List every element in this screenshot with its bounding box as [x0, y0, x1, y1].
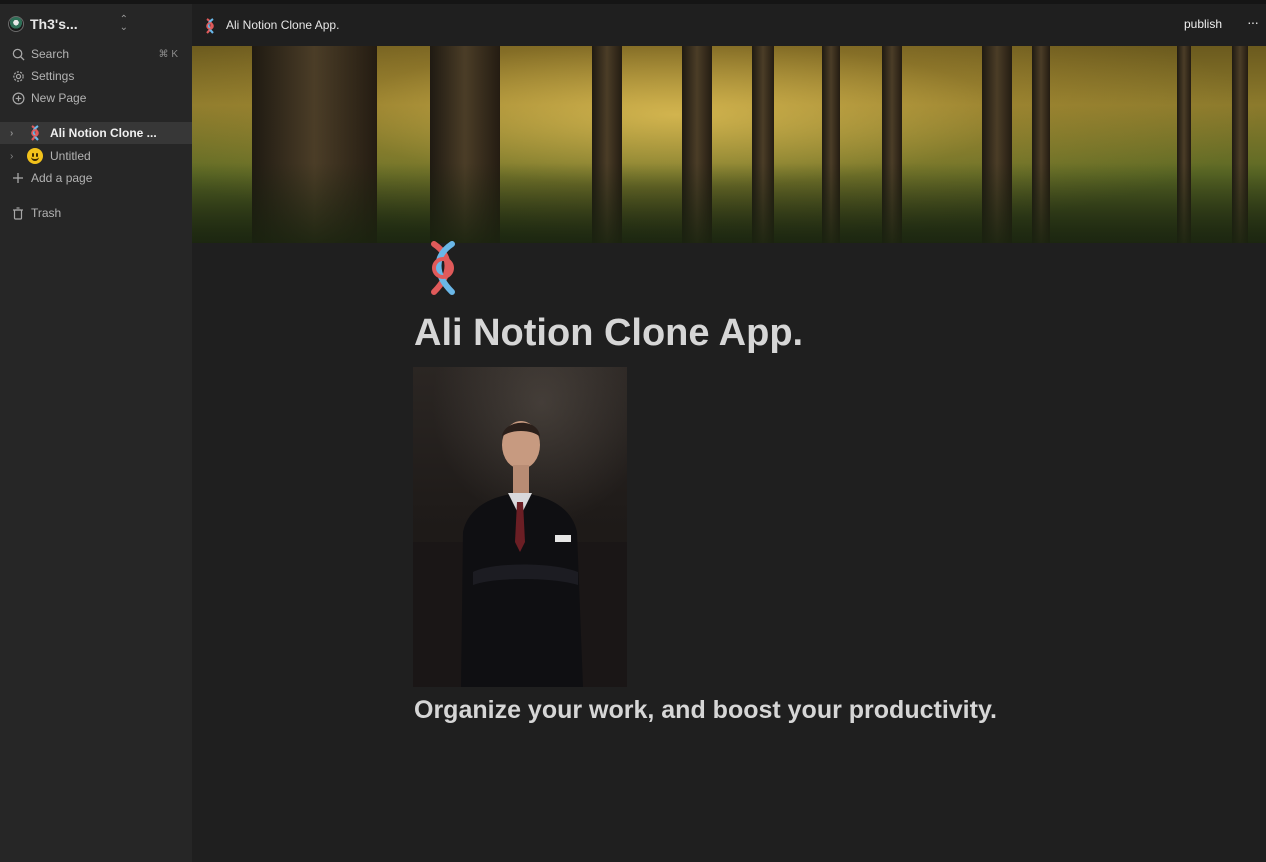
add-page-button[interactable]: Add a page — [0, 167, 192, 189]
knot-emoji-icon — [26, 124, 44, 142]
new-page-button[interactable]: New Page — [0, 87, 192, 109]
plus-icon — [11, 171, 25, 185]
trash-icon — [11, 206, 25, 220]
businessman-figure — [413, 421, 627, 687]
trash-label: Trash — [31, 206, 62, 220]
page-title[interactable]: Ali Notion Clone App. — [414, 312, 803, 355]
add-page-label: Add a page — [31, 171, 93, 185]
plus-circle-icon — [11, 91, 25, 105]
sidebar-item-ali-notion-clone[interactable]: › Ali Notion Clone ... — [0, 122, 192, 144]
knot-emoji-icon — [204, 18, 218, 34]
sidebar-item-label: Ali Notion Clone ... — [50, 126, 157, 140]
search-label: Search — [31, 47, 70, 61]
page-emoji-icon[interactable] — [426, 240, 460, 296]
sidebar-item-label: Untitled — [50, 149, 91, 163]
new-page-label: New Page — [31, 91, 87, 105]
top-bar: Ali Notion Clone App. publish ··· — [192, 4, 1266, 46]
search-button[interactable]: Search ⌘ K — [0, 43, 192, 65]
workspace-switcher[interactable]: Th3's... ⌃ ⌄ — [8, 14, 184, 34]
workspace-name: Th3's... — [30, 16, 78, 32]
search-icon — [11, 47, 25, 61]
publish-button[interactable]: publish — [1184, 17, 1222, 31]
more-options-icon[interactable]: ··· — [1247, 14, 1259, 30]
chevron-up-down-icon: ⌃ ⌄ — [119, 14, 128, 33]
page-subtitle[interactable]: Organize your work, and boost your produ… — [414, 696, 997, 725]
smiley-emoji-icon — [26, 147, 44, 165]
sidebar-item-untitled[interactable]: › Untitled — [0, 145, 192, 167]
settings-button[interactable]: Settings — [0, 65, 192, 87]
expand-chevron-icon[interactable]: › — [10, 151, 22, 162]
cover-foliage — [192, 163, 1266, 243]
cover-image[interactable] — [192, 46, 1266, 243]
search-shortcut: ⌘ K — [158, 48, 178, 60]
expand-chevron-icon[interactable]: › — [10, 128, 22, 139]
sidebar: Th3's... ⌃ ⌄ Search ⌘ K Settings New Page… — [0, 4, 192, 862]
portrait-image[interactable] — [413, 367, 627, 687]
gear-icon — [11, 69, 25, 83]
settings-label: Settings — [31, 69, 75, 83]
breadcrumb-title[interactable]: Ali Notion Clone App. — [226, 18, 339, 32]
workspace-avatar — [8, 16, 24, 32]
trash-button[interactable]: Trash — [0, 202, 192, 224]
